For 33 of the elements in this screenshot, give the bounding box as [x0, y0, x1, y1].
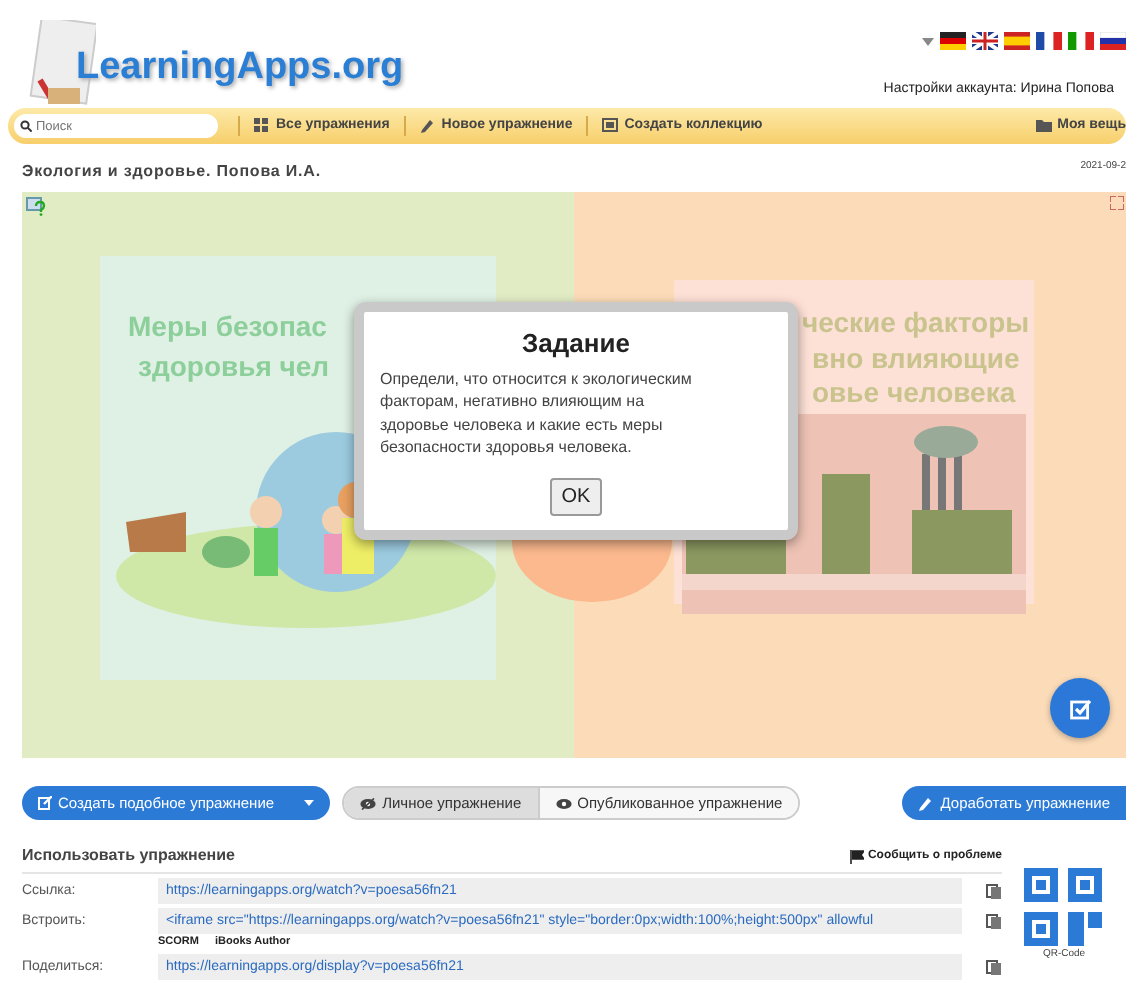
collection-icon	[602, 118, 619, 134]
checkbox-icon	[1069, 697, 1091, 719]
flag-icon[interactable]	[940, 32, 966, 50]
panel-text: ческие факторы	[802, 304, 1030, 340]
flag-icon	[849, 849, 864, 863]
flag-icon[interactable]	[1100, 32, 1126, 50]
fullscreen-icon[interactable]	[1110, 196, 1124, 210]
ok-button[interactable]: OK	[549, 477, 603, 516]
panel-text: Меры безопас	[128, 308, 327, 344]
grid-icon	[254, 118, 270, 134]
check-button[interactable]	[1050, 678, 1110, 738]
flag-icon[interactable]	[972, 32, 998, 50]
qr-code-icon[interactable]	[1024, 868, 1104, 948]
copy-icon[interactable]	[986, 960, 1002, 976]
panel-text: здоровья чел	[138, 348, 330, 384]
dialog-text: Определи, что относится к экологическим факторам, негативно влияющим на здоровье человека и какие есть меры безопасности здоровья человека.	[380, 367, 694, 460]
edit-icon	[38, 796, 52, 810]
pencil-icon	[918, 795, 935, 811]
flag-icon[interactable]	[1068, 32, 1094, 50]
caret-icon	[304, 800, 315, 806]
dialog-title: Задание	[520, 328, 632, 360]
folder-icon	[1035, 118, 1052, 134]
logo-text[interactable]: LearningApps.org	[76, 40, 404, 97]
pencil-icon	[419, 118, 436, 134]
panel-text: овье человека	[812, 374, 1016, 410]
search-icon	[20, 120, 32, 132]
exercise-title: Экология и здоровье. Попова И.А.	[22, 160, 321, 184]
hidden-eye-icon	[360, 797, 377, 809]
section-heading: Использовать упражнение	[22, 844, 235, 868]
panel-text: вно влияющие	[812, 340, 1020, 376]
flag-icon[interactable]	[1036, 32, 1062, 50]
eye-icon	[555, 797, 572, 809]
dropdown-caret-icon[interactable]	[922, 37, 934, 45]
